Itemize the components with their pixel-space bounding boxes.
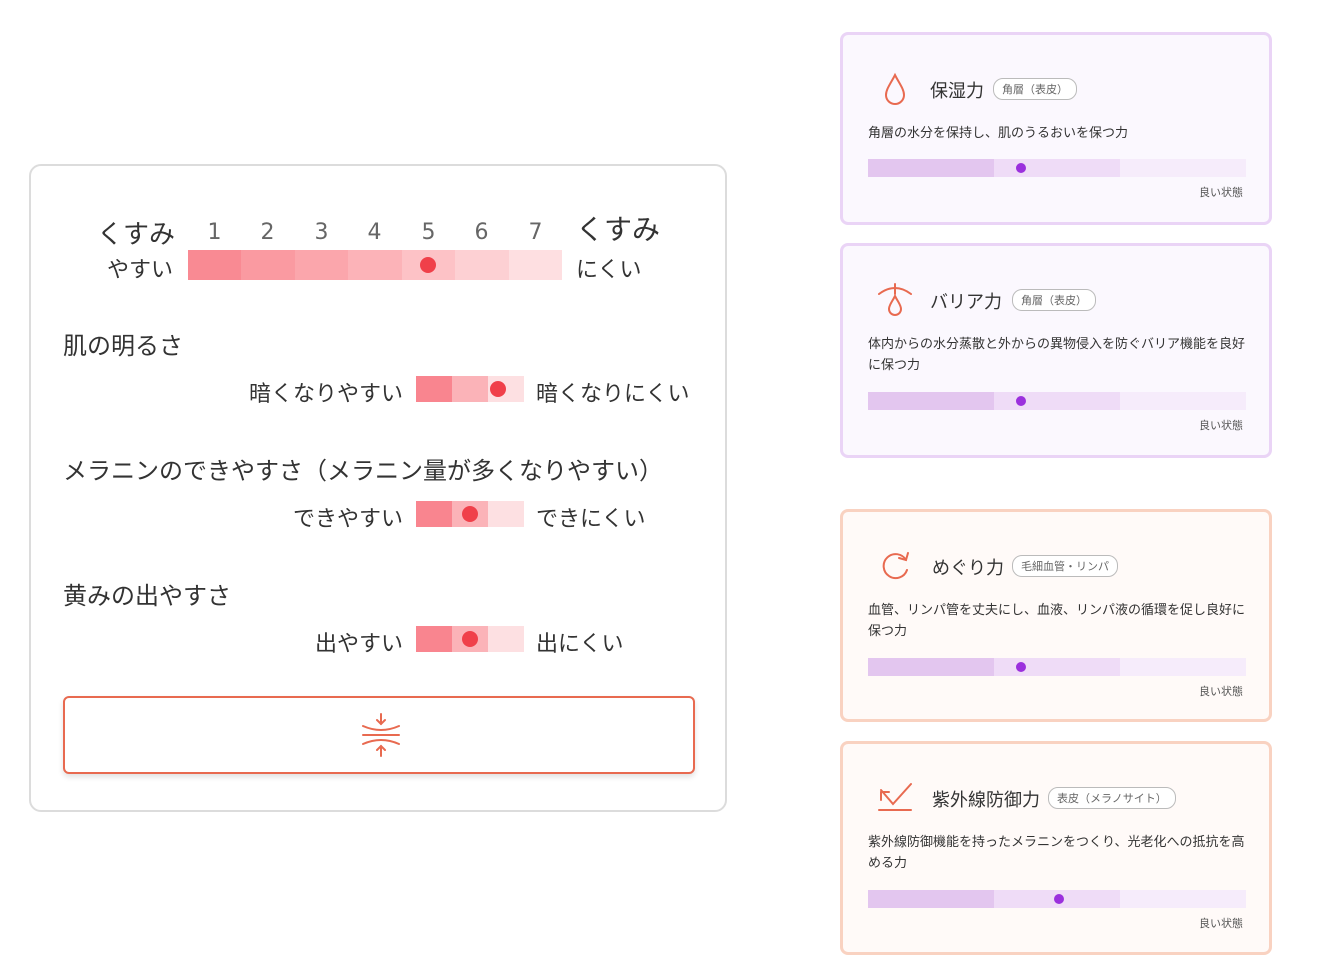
- card-bar-segment: [868, 392, 994, 410]
- card-level-marker: [1016, 163, 1026, 173]
- card-level-marker: [1016, 662, 1026, 672]
- card-bar-segment: [1120, 890, 1246, 908]
- scale-segment: [348, 250, 403, 280]
- card-bar-segment: [994, 392, 1120, 410]
- trait-high-label: できにくい: [536, 507, 646, 532]
- card-barrier: バリア力 角層（表皮） 体内からの水分蒸散と外からの異物侵入を防ぐバリア機能を良…: [840, 243, 1272, 458]
- scale-numbers: 1 2 3 4 5 6 7: [188, 220, 562, 250]
- trait-bar-melanin: [416, 501, 524, 527]
- scale-number: 5: [421, 220, 436, 245]
- card-title: 保湿力: [930, 81, 984, 102]
- scale-segment: [241, 250, 296, 280]
- card-title: バリア力: [930, 292, 1002, 313]
- card-good-label: 良い状態: [1199, 685, 1243, 698]
- trait-title-melanin: メラニンのできやすさ（メラニン量が多くなりやすい）: [63, 457, 663, 485]
- card-description: 角層の水分を保持し、肌のうるおいを保つ力: [868, 126, 1129, 141]
- card-bar-segment: [1120, 392, 1246, 410]
- trait-title-yellowness: 黄みの出やすさ: [63, 582, 231, 610]
- card-bar-segment: [868, 658, 994, 676]
- scale-left-label-bottom: やすい: [107, 258, 174, 283]
- scale-number: 2: [260, 220, 275, 245]
- card-tag: 毛細血管・リンパ: [1012, 555, 1118, 577]
- scale-segment: [508, 250, 563, 280]
- kusumi-scale-bar: [188, 250, 563, 280]
- scale-segment: [188, 250, 242, 280]
- barrier-drop-icon: [878, 283, 912, 316]
- card-bar-segment: [1120, 658, 1246, 676]
- trait-bar-brightness: [416, 376, 524, 402]
- card-good-label: 良い状態: [1199, 917, 1243, 930]
- scale-segment: [455, 250, 510, 280]
- compress-button[interactable]: [63, 696, 695, 774]
- card-bar-segment: [1120, 159, 1246, 177]
- scale-number: 4: [367, 220, 382, 245]
- trait-bar-segment: [488, 501, 524, 527]
- card-uv-defense: 紫外線防御力 表皮（メラノサイト） 紫外線防御機能を持ったメラニンをつくり、光老…: [840, 741, 1272, 955]
- card-tag: 表皮（メラノサイト）: [1048, 787, 1176, 809]
- scale-left-label-top: くすみ: [97, 220, 176, 250]
- card-level-marker: [1016, 396, 1026, 406]
- card-title: 紫外線防御力: [932, 790, 1040, 811]
- trait-low-label: できやすい: [292, 507, 403, 532]
- trait-marker: [490, 381, 506, 397]
- trait-bar-segment: [488, 626, 524, 652]
- card-level-bar: [868, 890, 1246, 908]
- trait-high-label: 暗くなりにくい: [536, 382, 690, 407]
- scale-right-label-bottom: にくい: [576, 258, 642, 283]
- card-good-label: 良い状態: [1199, 419, 1243, 432]
- scale-number: 7: [528, 220, 543, 245]
- compress-vertical-icon: [362, 713, 400, 757]
- trait-low-label: 出やすい: [314, 632, 403, 657]
- scale-number: 1: [207, 220, 222, 245]
- card-description: 紫外線防御機能を持ったメラニンをつくり、光老化への抵抗を高める力: [868, 835, 1245, 871]
- card-bar-segment: [994, 658, 1120, 676]
- card-level-marker: [1054, 894, 1064, 904]
- scale-segment: [294, 250, 349, 280]
- uv-defense-icon: [878, 783, 912, 811]
- trait-marker: [462, 631, 478, 647]
- scale-right-label-top: くすみ: [576, 213, 661, 246]
- trait-low-label: 暗くなりやすい: [248, 382, 403, 407]
- card-level-bar: [868, 392, 1246, 410]
- trait-bar-segment: [416, 376, 452, 402]
- card-description: 体内からの水分蒸散と外からの異物侵入を防ぐバリア機能を良好に保つ力: [868, 337, 1246, 373]
- skin-tone-panel: くすみ やすい 1 2 3 4 5 6 7 くすみ にくい 肌の明るさ 暗くなり…: [29, 164, 727, 812]
- droplet-icon: [884, 72, 906, 105]
- trait-bar-yellowness: [416, 626, 524, 652]
- circulation-icon: [882, 552, 909, 580]
- trait-marker: [462, 506, 478, 522]
- kusumi-scale: くすみ やすい 1 2 3 4 5 6 7 くすみ にくい: [31, 166, 725, 296]
- card-level-bar: [868, 159, 1246, 177]
- card-bar-segment: [868, 890, 994, 908]
- trait-high-label: 出にくい: [536, 632, 624, 657]
- scale-number: 6: [474, 220, 489, 245]
- card-tag: 角層（表皮）: [1012, 289, 1096, 311]
- scale-number: 3: [314, 220, 329, 245]
- trait-title-brightness: 肌の明るさ: [63, 332, 183, 360]
- card-tag: 角層（表皮）: [993, 78, 1077, 100]
- trait-bar-segment: [416, 501, 452, 527]
- card-good-label: 良い状態: [1199, 186, 1243, 199]
- trait-bar-segment: [452, 376, 488, 402]
- card-description: 血管、リンパ管を丈夫にし、血液、リンパ液の循環を促し良好に保つ力: [868, 603, 1246, 639]
- card-moisture: 保湿力 角層（表皮） 角層の水分を保持し、肌のうるおいを保つ力 良い状態: [840, 32, 1272, 225]
- card-bar-segment: [994, 159, 1120, 177]
- card-level-bar: [868, 658, 1246, 676]
- card-title: めぐり力: [932, 558, 1004, 579]
- card-circulation: めぐり力 毛細血管・リンパ 血管、リンパ管を丈夫にし、血液、リンパ液の循環を促し…: [840, 509, 1272, 722]
- card-bar-segment: [868, 159, 994, 177]
- trait-bar-segment: [416, 626, 452, 652]
